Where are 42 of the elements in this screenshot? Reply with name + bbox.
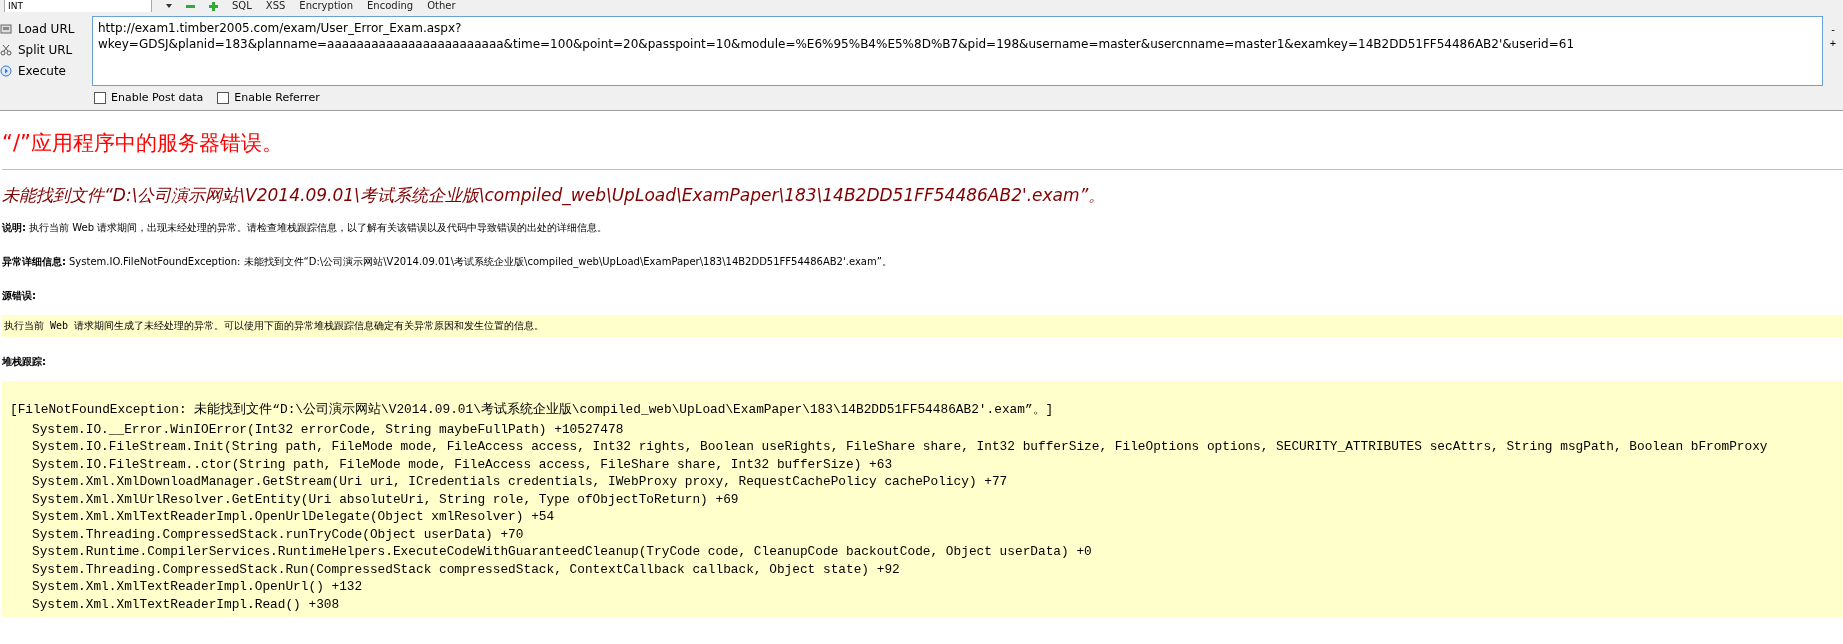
error-title: “/”应用程序中的服务器错误。: [2, 130, 284, 157]
stack-line: System.Xml.XmlTextReaderImpl.Read() +308: [31, 595, 341, 613]
source-error-label: 源错误:: [2, 289, 37, 303]
stack-trace-label: 堆栈跟踪:: [2, 355, 47, 369]
source-error-text: 执行当前 Web 请求期间生成了未经处理的异常。可以使用下面的异常堆栈跟踪信息确定有关异常原因和发生位置的信息。: [2, 315, 1843, 337]
stack-line: System.Runtime.CompilerServices.RuntimeHelpers.ExecuteCodeWithGuaranteedCleanup(TryCode code, CleanupCode backoutCode, Object userData) +0: [31, 543, 1093, 561]
stack-line: System.IO.FileStream.Init(String path, FileMode mode, FileAccess access, Int32 rights, Boolean useRights, FileShare share, Int32 bufferSize, FileOptions options, SECURITY_ATTRIBUTES secAttrs, String msgPath, Boolean bFromProxy: [31, 438, 1769, 456]
menu-item[interactable]: Encoding: [367, 0, 414, 12]
url-field[interactable]: http://exam1.timber2005.com/exam/User_Error_Exam.aspx?wkey=GDSJ&planid=183&planname=aaaaaaaaaaaaaaaaaaaaaaaa&time=100&point=20&passpoint=10&module=%E6%95%B4%E5%8D%B7&pid=198&username=master&usercnname=master1&examkey=14B2DD51FF54486AB2'&userid=61: [92, 16, 1823, 86]
side-button[interactable]: Execute: [0, 61, 92, 80]
edge-button[interactable]: +: [1829, 36, 1837, 50]
stack-line: System.Threading.CompressedStack.Run(CompressedStack compressedStack, ContextCallback callback, Object state) +92: [31, 560, 901, 578]
play-icon: [0, 64, 12, 77]
stack-line: System.Xml.XmlTextReaderImpl.OpenUrlDelegate(Object xmlResolver) +54: [31, 508, 556, 526]
menu-item[interactable]: XSS: [265, 0, 286, 12]
stack-line: System.IO.__Error.WinIOError(Int32 errorCode, String maybeFullPath) +10527478: [31, 420, 625, 438]
caret-icon: [166, 4, 172, 8]
menu-item[interactable]: SQL: [232, 0, 252, 12]
exception-text: System.IO.FileNotFoundException: 未能找到文件“D:\公司演示网站\V2014.09.01\考试系统企业版\compiled_web\UpLoad\ExamPaper\183\14B2DD51FF54486AB2'.exam”。: [69, 255, 892, 269]
side-button[interactable]: Split URL: [0, 40, 92, 59]
stack-line: System.Xml.XmlDownloadManager.GetStream(Uri uri, ICredentials credentials, IWebProxy proxy, RequestCachePolicy cachePolicy) +77: [31, 473, 1009, 491]
description-text: 执行当前 Web 请求期间，出现未经处理的异常。请检查堆栈跟踪信息，以了解有关该错误以及代码中导致错误的出处的详细信息。: [29, 221, 608, 235]
stack-line: [FileNotFoundException: 未能找到文件“D:\公司演示网站\V2014.09.01\考试系统企业版\compiled_web\UpLoad\ExamPaper\183\14B2DD51FF54486AB2'.exam”。]: [10, 401, 1055, 419]
description-label: 说明:: [2, 221, 26, 235]
option-label: Enable Referrer: [234, 91, 320, 104]
stack-line: System.Xml.XmlTextReaderImpl.OpenUrl() +132: [31, 578, 364, 596]
menu-item[interactable]: Encryption: [299, 0, 354, 12]
checkbox[interactable]: [217, 91, 230, 104]
plus-icon[interactable]: [209, 1, 218, 11]
checkbox[interactable]: [94, 91, 106, 104]
stack-line: System.Xml.XmlUrlResolver.GetEntity(Uri absoluteUri, String role, Type ofObjectToReturn) +69: [31, 490, 740, 508]
error-message: 未能找到文件“D:\公司演示网站\V2014.09.01\考试系统企业版\compiled_web\UpLoad\ExamPaper\183\14B2DD51FF54486AB2'.exam”。: [2, 184, 1107, 208]
edge-button[interactable]: -: [1831, 22, 1835, 36]
scissors-icon: [0, 43, 12, 56]
exception-label: 异常详细信息:: [2, 255, 66, 269]
option-label: Enable Post data: [111, 91, 204, 104]
side-button[interactable]: Load URL: [0, 19, 92, 38]
menu-item[interactable]: Other: [427, 0, 456, 12]
stack-line: System.IO.FileStream..ctor(String path, FileMode mode, FileAccess access, FileShare share, Int32 bufferSize) +63: [31, 455, 894, 473]
stack-line: System.Threading.CompressedStack.runTryCode(Object userData) +70: [31, 525, 525, 543]
page-icon: [0, 22, 12, 35]
type-dropdown[interactable]: INT: [4, 0, 152, 12]
